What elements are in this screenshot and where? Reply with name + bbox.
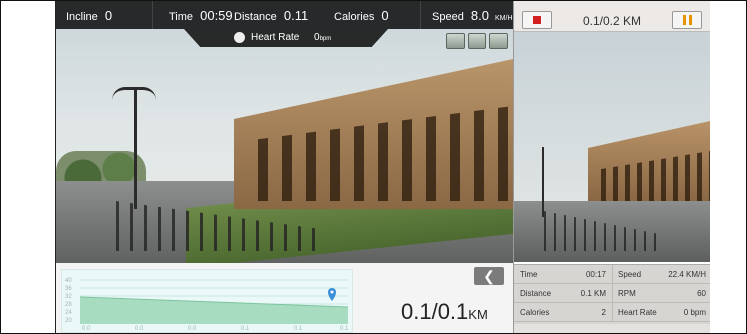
distance-progress: 0.1/0.1KM — [401, 299, 488, 325]
stat-heart-label: Heart Rate — [618, 308, 657, 317]
metrics-top-bar: Incline 0 Time 00:59 Distance 0.11 Calor… — [56, 1, 513, 29]
stat-speed-label: Speed — [618, 270, 642, 279]
stats-row: Time 00:17 Speed 22.4 KM/H — [514, 265, 710, 284]
distance-label: Distance — [234, 11, 277, 23]
x-tick-label: 0.1 — [294, 326, 303, 332]
stat-distance-label: Distance — [520, 289, 552, 298]
distance-value: 0.11 — [283, 8, 309, 23]
view-mode-buttons — [446, 33, 509, 49]
distance-progress-unit: KM — [468, 307, 488, 322]
heart-rate-label: Heart Rate — [251, 32, 300, 43]
speed-value: 8.0 — [470, 8, 489, 23]
bottom-panel: 40 36 32 28 24 20 0.0 0.0 0.0 0.1 0.1 0.… — [56, 263, 513, 333]
mini-bottom-toolbar — [514, 324, 710, 333]
calories-value: 0 — [381, 8, 389, 23]
bar-separator — [420, 1, 421, 29]
heart-rate-unit: bpm — [319, 36, 332, 42]
stats-row: Distance 0.1 KM RPM 60 — [514, 284, 710, 303]
time-value: 00:59 — [200, 8, 233, 23]
x-tick-label: 0.1 — [340, 326, 349, 332]
y-tick-label: 24 — [65, 310, 72, 316]
stats-divider — [612, 265, 613, 283]
stat-time-value: 00:17 — [585, 270, 606, 279]
view-mode-1-button[interactable] — [446, 33, 465, 49]
mini-stats-table: Time 00:17 Speed 22.4 KM/H Distance 0.1 … — [514, 264, 710, 325]
pause-icon — [683, 15, 686, 25]
incline-metric: Incline 0 — [66, 8, 112, 23]
time-label: Time — [169, 11, 194, 23]
y-tick-label: 36 — [65, 286, 72, 292]
heart-rate-bar: Heart Rate 0bpm — [184, 29, 388, 47]
stat-calories-value: 2 — [601, 308, 606, 317]
speed-unit: KM/H — [495, 15, 513, 22]
screenshot-frame: Incline 0 Time 00:59 Distance 0.11 Calor… — [0, 0, 747, 334]
distance-progress-value: 0.1/0.1 — [401, 299, 469, 324]
mini-route-lamp — [542, 147, 544, 217]
bar-separator — [152, 1, 153, 29]
pause-button[interactable] — [672, 11, 702, 29]
mini-screen: 0.1/0.2 KM Time 00:17 Speed 22.4 KM/H Di… — [513, 1, 710, 333]
view-mode-3-button[interactable] — [489, 33, 509, 49]
incline-value: 0 — [104, 8, 113, 23]
stats-divider — [612, 284, 613, 302]
stat-rpm-label: RPM — [618, 289, 636, 298]
collapse-chevron-button[interactable]: ❮ — [474, 267, 504, 285]
x-tick-label: 0.0 — [135, 326, 144, 332]
mini-top-bar: 0.1/0.2 KM — [514, 1, 710, 32]
elevation-graph: 40 36 32 28 24 20 0.0 0.0 0.0 0.1 0.1 0.… — [61, 269, 353, 333]
stat-rpm-value: 60 — [697, 289, 706, 298]
time-metric: Time 00:59 — [169, 8, 233, 23]
heart-rate-reading: 0bpm — [314, 32, 331, 43]
y-tick-label: 28 — [65, 302, 72, 308]
stats-divider — [612, 303, 613, 321]
y-tick-label: 40 — [65, 278, 72, 284]
stat-heart-value: 0 bpm — [683, 308, 706, 317]
speed-metric: Speed 8.0 KM/H — [432, 8, 513, 23]
stat-distance-value: 0.1 KM — [580, 289, 606, 298]
x-tick-label: 0.0 — [82, 326, 91, 332]
calories-metric: Calories 0 — [334, 8, 389, 23]
x-tick-label: 0.1 — [241, 326, 250, 332]
route-image-lamp — [134, 89, 137, 209]
main-route-view: Incline 0 Time 00:59 Distance 0.11 Calor… — [56, 1, 513, 333]
elevation-graph-svg: 40 36 32 28 24 20 0.0 0.0 0.0 0.1 0.1 0.… — [62, 270, 352, 332]
x-tick-label: 0.0 — [188, 326, 197, 332]
incline-label: Incline — [66, 11, 98, 23]
y-tick-label: 20 — [65, 318, 72, 324]
position-marker-dot — [330, 290, 334, 294]
heart-icon — [234, 32, 245, 43]
stat-calories-label: Calories — [520, 308, 550, 317]
distance-metric: Distance 0.11 — [234, 8, 308, 23]
stat-time-label: Time — [520, 270, 538, 279]
y-tick-label: 32 — [65, 294, 72, 300]
speed-label: Speed — [432, 11, 464, 23]
calories-label: Calories — [334, 11, 375, 23]
stats-row: Calories 2 Heart Rate 0 bpm — [514, 303, 710, 322]
view-mode-2-button[interactable] — [467, 33, 487, 49]
stat-speed-value: 22.4 KM/H — [668, 270, 706, 279]
route-image-lamp-arm — [112, 87, 156, 100]
